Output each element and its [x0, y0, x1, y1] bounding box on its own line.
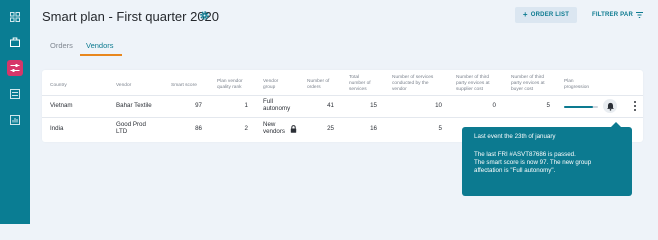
filter-button[interactable]: FILTRER PAR [592, 7, 643, 23]
bell-icon [606, 102, 614, 111]
cell-services-conducted: 5 [438, 125, 442, 132]
cell-total-services: 16 [370, 125, 377, 132]
sidebar-item-chart[interactable] [7, 112, 23, 128]
column-header-orders[interactable]: Number of orders [307, 79, 329, 91]
column-header-buyer-cost[interactable]: Number of third party envices at buyer cos… [511, 75, 545, 93]
page-title: Smart plan - First quarter 2020 [42, 9, 220, 24]
filter-icon [635, 12, 643, 18]
order-list-button[interactable]: + ORDER LIST [515, 7, 577, 23]
notification-button[interactable] [603, 99, 617, 113]
sidebar-item-briefcase[interactable] [7, 34, 23, 50]
sliders-icon [10, 64, 20, 72]
cell-buyer-cost: 5 [546, 102, 550, 109]
column-header-vendor-group[interactable]: Vendor group [263, 79, 278, 91]
order-list-label: ORDER LIST [530, 12, 570, 18]
column-header-vendor[interactable]: Vendor [116, 83, 131, 89]
tab-vendors[interactable]: Vendors [86, 41, 114, 50]
dashboard-icon [10, 12, 20, 22]
cell-plan-rank: 2 [244, 125, 248, 132]
sidebar-item-dashboard[interactable] [7, 9, 23, 25]
plus-icon: + [522, 10, 528, 19]
tooltip-heading: Last event the 23th of january [474, 133, 556, 140]
column-header-services-conducted[interactable]: Number of services conducted by the vendor [392, 75, 433, 93]
sidebar-item-list[interactable] [7, 86, 23, 102]
briefcase-icon [10, 37, 20, 47]
cell-vendor-group: New vendors [263, 121, 286, 135]
cell-supplier-cost: 0 [492, 102, 496, 109]
cell-orders: 25 [327, 125, 334, 132]
sidebar-item-settings[interactable] [7, 60, 23, 76]
lock-icon [290, 125, 297, 133]
row-divider [42, 117, 643, 118]
column-header-total-services[interactable]: Total number of services [349, 75, 371, 93]
cell-vendor-group: Full autonomy [263, 98, 291, 112]
filter-label: FILTRER PAR [592, 12, 633, 18]
column-header-plan-rank[interactable]: Plan vendor quality rank [217, 79, 243, 91]
more-options-icon[interactable] [632, 100, 638, 112]
cell-orders: 41 [327, 102, 334, 109]
tab-active-indicator [80, 54, 122, 56]
tooltip-line: affectation is "Full autonomy". [474, 167, 556, 174]
column-header-country[interactable]: Country [50, 83, 67, 89]
last-event-tooltip: Last event the 23th of january The last … [462, 127, 632, 196]
sidebar [0, 0, 30, 224]
header-divider [42, 95, 643, 96]
cell-total-services: 15 [370, 102, 377, 109]
list-icon [10, 89, 20, 99]
cell-smart-score: 97 [195, 102, 202, 109]
plan-progress-fill [564, 106, 593, 108]
cell-smart-score: 86 [195, 125, 202, 132]
cell-plan-rank: 1 [244, 102, 248, 109]
column-header-plan-progression[interactable]: Plan progression [564, 79, 589, 91]
column-header-supplier-cost[interactable]: Number of third party envices at supplier … [456, 75, 490, 93]
cell-vendor: Good Prod LTD [116, 121, 146, 135]
plan-progress-bar [564, 106, 598, 108]
cell-services-conducted: 10 [435, 102, 442, 109]
chart-icon [10, 115, 20, 125]
cell-country: India [50, 125, 64, 132]
cell-country: Vietnam [50, 102, 73, 109]
gear-icon[interactable] [199, 10, 210, 21]
cell-vendor: Bahar Textile [116, 102, 152, 109]
tab-orders[interactable]: Orders [50, 41, 73, 50]
tooltip-line: The last FRI #ASVT87686 is passed. [474, 151, 576, 158]
tooltip-line: The smart score is now 97. The new group [474, 159, 592, 166]
column-header-smart-score[interactable]: Smart score [171, 83, 197, 89]
